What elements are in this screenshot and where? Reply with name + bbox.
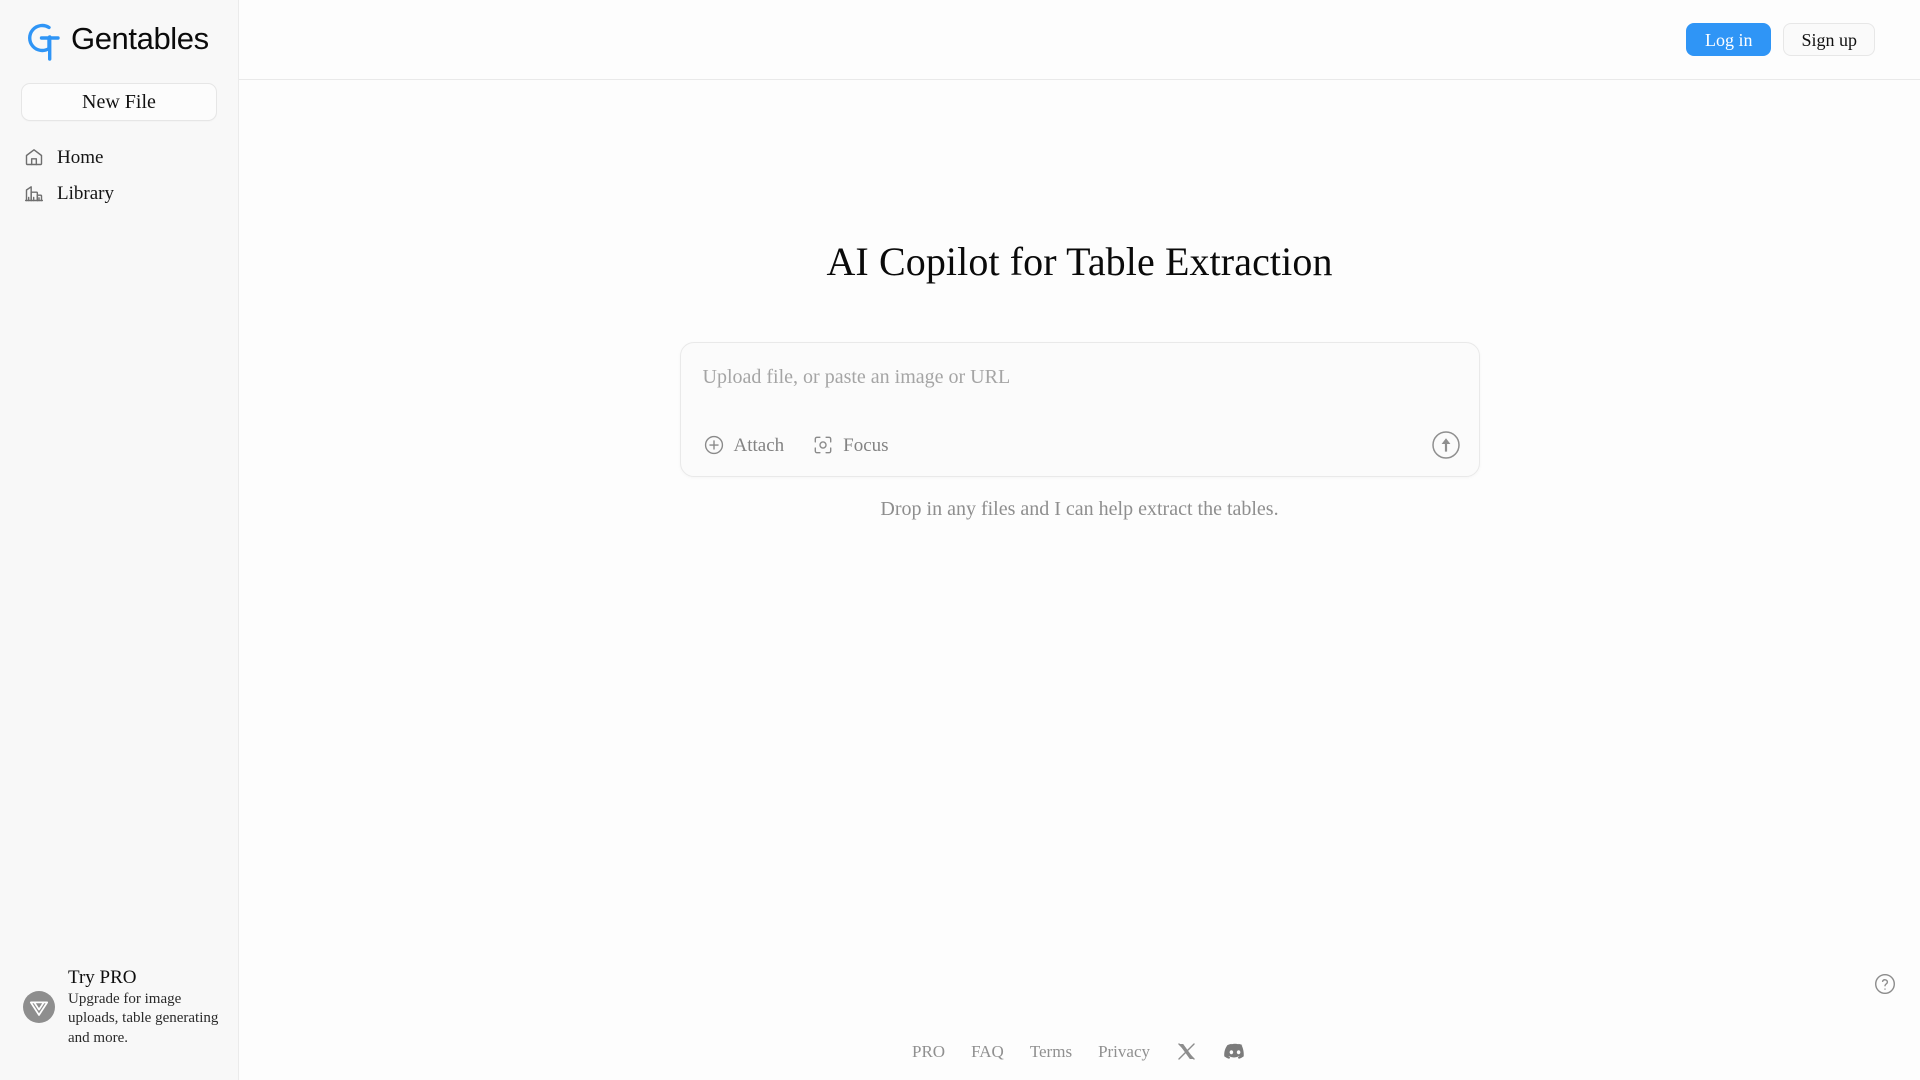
- footer: PRO FAQ Terms Privacy: [239, 1039, 1920, 1063]
- brand-name: Gentables: [71, 21, 209, 56]
- content-area: AI Copilot for Table Extraction Attach: [239, 80, 1920, 1080]
- gt-monogram-logo-icon: [18, 13, 70, 65]
- attach-button[interactable]: Attach: [703, 434, 785, 456]
- library-bar-chart-icon: [24, 183, 44, 203]
- brand[interactable]: Gentables: [0, 0, 238, 66]
- try-pro-title: Try PRO: [68, 966, 137, 988]
- upload-input[interactable]: [702, 365, 1457, 389]
- plus-circle-icon: [703, 434, 725, 456]
- login-button[interactable]: Log in: [1685, 23, 1772, 56]
- footer-link-privacy[interactable]: Privacy: [1098, 1043, 1150, 1060]
- main-area: Log in Sign up AI Copilot for Table Extr…: [239, 0, 1920, 1080]
- footer-link-pro[interactable]: PRO: [912, 1043, 945, 1060]
- question-mark-circle-icon: [1873, 973, 1897, 999]
- top-bar: Log in Sign up: [239, 0, 1920, 80]
- hero-subtitle: Drop in any files and I can help extract…: [880, 498, 1279, 520]
- focus-button[interactable]: Focus: [812, 434, 889, 456]
- sidebar-item-library[interactable]: Library: [0, 175, 238, 211]
- submit-button[interactable]: [1431, 430, 1461, 460]
- new-file-button[interactable]: New File: [21, 83, 217, 121]
- try-pro-subtitle: Upgrade for image uploads, table generat…: [68, 990, 219, 1046]
- signup-button[interactable]: Sign up: [1783, 23, 1875, 56]
- sidebar-nav: Home Library: [0, 139, 238, 211]
- pro-chevron-badge-icon: [22, 990, 56, 1024]
- composer-panel[interactable]: Attach Focus: [679, 342, 1480, 477]
- sidebar-item-home[interactable]: Home: [0, 139, 238, 175]
- attach-label: Attach: [733, 434, 785, 456]
- try-pro-promo[interactable]: Try PRO Upgrade for image uploads, table…: [0, 967, 239, 1048]
- help-button[interactable]: [1873, 972, 1897, 996]
- sidebar: Gentables New File Home Library Try PRO …: [0, 0, 239, 1080]
- x-twitter-icon[interactable]: [1176, 1041, 1197, 1062]
- sidebar-item-label: Library: [57, 182, 114, 204]
- composer-toolbar: Attach Focus: [703, 430, 1461, 460]
- discord-icon[interactable]: [1223, 1039, 1247, 1063]
- home-icon: [24, 147, 44, 167]
- focus-scan-icon: [812, 434, 834, 456]
- footer-link-terms[interactable]: Terms: [1030, 1043, 1072, 1060]
- arrow-up-circle-icon: [1431, 431, 1461, 463]
- footer-link-faq[interactable]: FAQ: [971, 1043, 1004, 1060]
- app-root: Gentables New File Home Library Try PRO …: [0, 0, 1920, 1080]
- sidebar-item-label: Home: [57, 146, 104, 168]
- try-pro-text: Try PRO Upgrade for image uploads, table…: [68, 967, 220, 1048]
- focus-label: Focus: [843, 434, 889, 456]
- page-title: AI Copilot for Table Extraction: [826, 239, 1333, 284]
